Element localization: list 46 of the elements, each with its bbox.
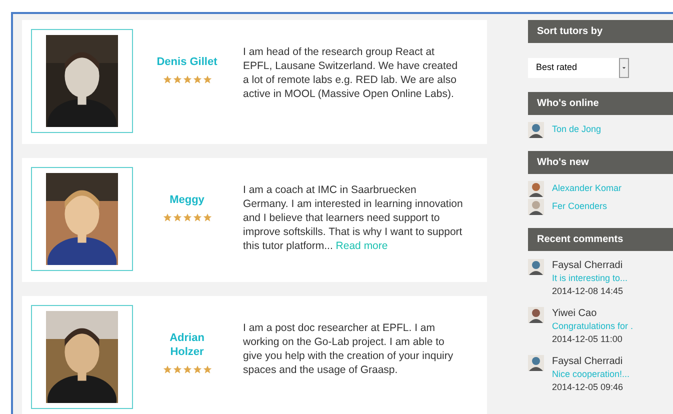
sort-select[interactable]: Best rated <box>528 58 629 78</box>
star-icon <box>162 75 172 84</box>
section-header: Who's online <box>528 92 673 115</box>
star-icon <box>202 365 212 374</box>
avatar <box>528 259 544 275</box>
user-link[interactable]: Alexander Komar <box>552 182 622 196</box>
comment-author: Faysal Cherradi <box>552 259 624 272</box>
star-icon <box>182 365 192 374</box>
star-icon <box>172 365 182 374</box>
section-header: Sort tutors by <box>528 20 673 43</box>
comment-link[interactable]: It is interesting to... <box>552 272 628 285</box>
tutor-bio: I am a coach at IMC in Saarbruecken Germany. I am interested in learning innovation and I believe that learners need support to improve softskills. That is why I want to support this tutor platform... Read more <box>242 183 463 253</box>
dropdown-icon <box>619 58 629 78</box>
star-icon <box>172 213 182 222</box>
comment-author: Faysal Cherradi <box>552 355 624 368</box>
star-icon <box>172 75 182 84</box>
comment-link[interactable]: Congratulations for . <box>552 320 634 333</box>
star-icon <box>192 213 202 222</box>
star-icon <box>182 75 192 84</box>
avatar <box>528 355 544 371</box>
star-icon <box>192 365 202 374</box>
tutor-name[interactable]: Adrian Holzer <box>152 331 222 359</box>
avatar <box>528 307 544 323</box>
star-icon <box>182 213 192 222</box>
section-header: Recent comments <box>528 228 673 251</box>
comment-date: 2014-12-05 11:00 <box>552 333 624 346</box>
avatar <box>528 122 544 138</box>
comment-date: 2014-12-05 09:46 <box>552 381 624 394</box>
avatar <box>528 199 544 215</box>
comment-link[interactable]: Nice cooperation!... <box>552 368 630 381</box>
comment-author: Yiwei Cao <box>552 307 598 320</box>
star-icon <box>162 365 172 374</box>
star-icon <box>202 213 212 222</box>
read-more-link[interactable]: Read more <box>336 240 388 252</box>
avatar <box>528 181 544 197</box>
star-icon <box>192 75 202 84</box>
tutor-name[interactable]: Denis Gillet <box>152 55 222 69</box>
user-link[interactable]: Fer Coenders <box>552 200 608 214</box>
tutor-bio: I am head of the research group React at EPFL, Lausane Switzerland. We have created a lot of remote labs e.g. RED lab. We are also active in MOOL (Massive Open Online Labs). <box>242 45 459 101</box>
star-icon <box>162 213 172 222</box>
section-header: Who's new <box>528 151 673 174</box>
tutor-name[interactable]: Meggy <box>152 193 222 207</box>
user-link[interactable]: Ton de Jong <box>552 123 602 137</box>
star-icon <box>202 75 212 84</box>
comment-date: 2014-12-08 14:45 <box>552 285 624 298</box>
tutor-bio: I am a post doc researcher at EPFL. I am working on the Go-Lab project. I am able to give you help with the creation of your inquiry spaces and the usage of Graasp. <box>242 321 454 377</box>
